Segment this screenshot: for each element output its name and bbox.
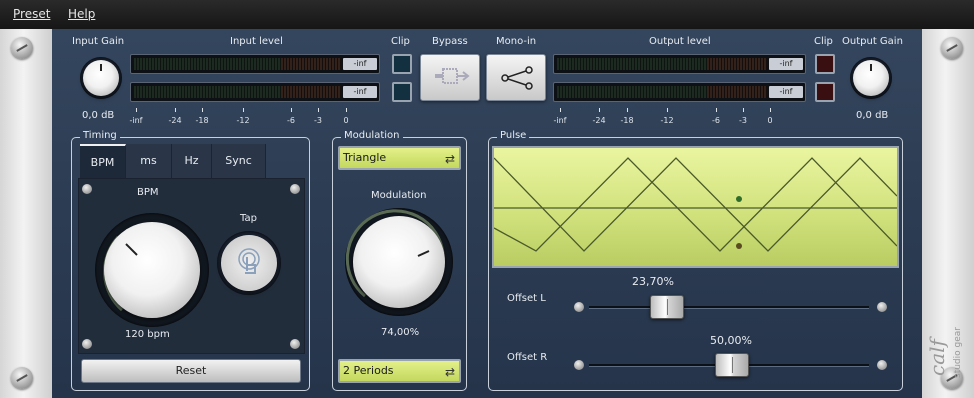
bypass-icon bbox=[435, 68, 470, 84]
input-level-value-l: -inf bbox=[343, 58, 377, 70]
output-clip-led-l bbox=[815, 54, 835, 74]
output-level-value-r: -inf bbox=[769, 86, 803, 98]
offset-l-track bbox=[589, 306, 869, 308]
bolt-icon bbox=[82, 184, 92, 194]
input-level-meter-r: -inf bbox=[130, 82, 380, 102]
output-level-value-l: -inf bbox=[769, 58, 803, 70]
reset-button[interactable]: Reset bbox=[81, 359, 301, 383]
screw-icon bbox=[11, 367, 33, 389]
tap-button[interactable] bbox=[221, 235, 277, 291]
plugin-panel: Input Gain 0,0 dB Input level -inf -inf … bbox=[52, 29, 922, 398]
output-level-scale: -inf -24 -18 -12 -6 -3 0 bbox=[553, 108, 806, 126]
tap-hand-icon bbox=[238, 248, 260, 274]
offset-l-label: Offset L bbox=[507, 293, 546, 304]
modulation-group: Modulation Triangle ⇄ Modulation 74,00% … bbox=[332, 130, 467, 391]
input-gain-label: Input Gain bbox=[72, 36, 125, 47]
bolt-icon bbox=[82, 339, 92, 349]
menu-help[interactable]: Help bbox=[68, 7, 95, 21]
output-level-meter-r: -inf bbox=[553, 82, 806, 102]
slider-end-icon bbox=[574, 302, 584, 312]
screw-icon bbox=[11, 37, 33, 59]
output-gain-knob[interactable] bbox=[853, 60, 889, 96]
bpm-knob[interactable] bbox=[104, 222, 200, 318]
offset-r-value: 50,00% bbox=[710, 334, 752, 347]
bpm-value: 120 bpm bbox=[125, 329, 170, 340]
output-level-label: Output level bbox=[649, 36, 711, 47]
periods-value: 2 Periods bbox=[343, 364, 394, 377]
tab-ms[interactable]: ms bbox=[126, 144, 172, 178]
modulation-value: 74,00% bbox=[381, 327, 420, 338]
mono-in-label: Mono-in bbox=[496, 36, 537, 47]
mono-split-icon bbox=[501, 66, 533, 90]
input-level-meter-l: -inf bbox=[130, 54, 380, 74]
bypass-label: Bypass bbox=[432, 36, 468, 47]
offset-r-slider[interactable] bbox=[715, 353, 749, 377]
rack-ear-left bbox=[0, 29, 52, 398]
pulse-waveform-graph bbox=[494, 157, 897, 252]
offset-l-value: 23,70% bbox=[632, 275, 674, 288]
tab-sync[interactable]: Sync bbox=[212, 144, 266, 178]
svg-text:calf: calf bbox=[928, 335, 949, 376]
timing-title: Timing bbox=[80, 130, 120, 141]
menu-bar: Preset Help bbox=[0, 0, 974, 29]
input-gain-knob[interactable] bbox=[83, 60, 119, 96]
timing-group: Timing BPM ms Hz Sync BPM 120 bpm Tap Re… bbox=[71, 130, 310, 391]
swap-arrows-icon: ⇄ bbox=[444, 365, 455, 379]
slider-end-icon bbox=[574, 360, 584, 370]
input-level-scale: -inf -24 -18 -12 -6 -3 0 bbox=[130, 108, 380, 126]
bpm-subpanel: BPM 120 bpm Tap bbox=[78, 178, 305, 354]
bolt-icon bbox=[290, 184, 300, 194]
offset-r-label: Offset R bbox=[507, 352, 548, 363]
mono-in-button[interactable] bbox=[486, 54, 546, 101]
output-gain-value: 0,0 dB bbox=[856, 110, 889, 121]
tap-label: Tap bbox=[240, 213, 257, 224]
input-clip-led-r bbox=[392, 82, 412, 102]
pulse-waveform-display bbox=[492, 146, 899, 268]
output-clip-led-r bbox=[815, 82, 835, 102]
bypass-button[interactable] bbox=[420, 54, 480, 101]
output-clip-label: Clip bbox=[814, 36, 833, 47]
pulse-title: Pulse bbox=[497, 130, 530, 141]
output-level-meter-l: -inf bbox=[553, 54, 806, 74]
input-level-label: Input level bbox=[230, 36, 283, 47]
modulation-knob-label: Modulation bbox=[371, 190, 427, 201]
swap-arrows-icon: ⇄ bbox=[444, 152, 455, 166]
bpm-label: BPM bbox=[137, 187, 159, 198]
slider-end-icon bbox=[877, 360, 887, 370]
modulation-knob[interactable] bbox=[353, 216, 445, 308]
input-clip-led-l bbox=[392, 54, 412, 74]
waveform-value: Triangle bbox=[343, 151, 387, 164]
output-gain-label: Output Gain bbox=[842, 36, 903, 47]
input-clip-label: Clip bbox=[391, 36, 410, 47]
screw-icon bbox=[941, 37, 963, 59]
periods-select[interactable]: 2 Periods ⇄ bbox=[338, 359, 461, 383]
tab-bpm[interactable]: BPM bbox=[80, 144, 126, 178]
calf-studio-gear-logo: calf studio gear bbox=[928, 327, 963, 378]
tab-hz[interactable]: Hz bbox=[172, 144, 212, 178]
waveform-select[interactable]: Triangle ⇄ bbox=[338, 146, 461, 170]
modulation-title: Modulation bbox=[341, 130, 403, 141]
menu-preset[interactable]: Preset bbox=[13, 7, 50, 21]
input-gain-value: 0,0 dB bbox=[82, 110, 115, 121]
offset-l-slider[interactable] bbox=[650, 295, 685, 319]
input-level-value-r: -inf bbox=[343, 86, 377, 98]
bolt-icon bbox=[290, 339, 300, 349]
slider-end-icon bbox=[877, 302, 887, 312]
svg-text:studio gear: studio gear bbox=[953, 327, 963, 378]
pulse-group: Pulse 23,70% Offset L 50,00% Offset R bbox=[488, 130, 903, 391]
